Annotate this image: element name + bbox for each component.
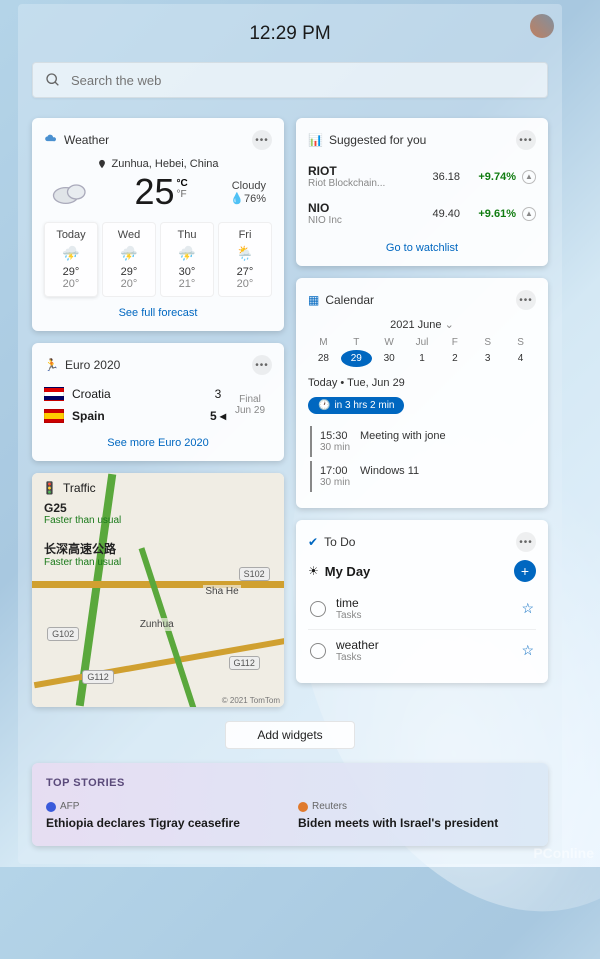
- sun-icon: ☀: [308, 564, 319, 578]
- add-widgets-button[interactable]: Add widgets: [225, 721, 355, 749]
- source-icon: [46, 802, 56, 812]
- euro-card[interactable]: 🏃 Euro 2020 ••• Croatia 3 Spain: [32, 343, 284, 461]
- traffic-info: G25 Faster than usual 长深高速公路 Faster than…: [44, 501, 121, 568]
- forecast-link[interactable]: See full forecast: [44, 307, 272, 319]
- weather-title: Weather: [64, 133, 246, 147]
- calendar-event[interactable]: 17:0030 min Windows 11: [310, 461, 536, 492]
- unit-c[interactable]: °C: [177, 178, 188, 189]
- calendar-grid: MTWJulFSS 2829301234: [308, 337, 536, 367]
- add-task-button[interactable]: +: [514, 560, 536, 582]
- task-radio[interactable]: [310, 601, 326, 617]
- news-card[interactable]: TOP STORIES AFP Ethiopia declares Tigray…: [32, 763, 548, 846]
- todo-title: To Do: [324, 535, 510, 549]
- widgets-panel: 12:29 PM Weather ••• Zunhua, Hebei, Chin…: [18, 4, 562, 864]
- traffic-icon: 🚦: [42, 481, 57, 495]
- forecast-day[interactable]: Fri🌦️27°20°: [218, 222, 272, 297]
- weather-icon: [44, 133, 58, 147]
- flag-spain: [44, 409, 64, 423]
- match-status: FinalJun 29: [228, 394, 272, 416]
- euro-link[interactable]: See more Euro 2020: [44, 437, 272, 449]
- search-icon: [45, 72, 61, 88]
- source-icon: [298, 802, 308, 812]
- news-heading: TOP STORIES: [46, 777, 534, 789]
- task-row[interactable]: weatherTasks ☆: [308, 630, 536, 671]
- task-radio[interactable]: [310, 643, 326, 659]
- up-arrow-icon: ▲: [522, 207, 536, 221]
- clock-icon: 🕐: [318, 400, 330, 411]
- star-icon[interactable]: ☆: [521, 642, 534, 659]
- stocks-title: Suggested for you: [329, 133, 510, 147]
- clock: 12:29 PM: [249, 23, 330, 45]
- calendar-card[interactable]: ▦ Calendar ••• 2021 June ⌄ MTWJulFSS 282…: [296, 278, 548, 508]
- unit-f[interactable]: °F: [177, 189, 188, 200]
- search-input[interactable]: [71, 73, 535, 88]
- stock-row[interactable]: NIONIO Inc 49.40 +9.61% ▲: [308, 195, 536, 232]
- weather-card[interactable]: Weather ••• Zunhua, Hebei, China 25 °C °…: [32, 118, 284, 331]
- match-row: Spain 5 ◂: [44, 405, 228, 427]
- stocks-card[interactable]: 📊 Suggested for you ••• RIOTRiot Blockch…: [296, 118, 548, 266]
- more-button[interactable]: •••: [516, 290, 536, 310]
- watermark: PConline: [533, 845, 594, 861]
- check-icon: ✔: [308, 535, 318, 549]
- flag-croatia: [44, 387, 64, 401]
- stocks-icon: 📊: [308, 133, 323, 147]
- more-button[interactable]: •••: [252, 130, 272, 150]
- more-button[interactable]: •••: [516, 532, 536, 552]
- forecast-day[interactable]: Wed⛈️29°20°: [102, 222, 156, 297]
- temperature: 25: [134, 174, 174, 210]
- weather-location: Zunhua, Hebei, China: [44, 158, 272, 170]
- traffic-title: Traffic: [63, 481, 96, 495]
- news-item[interactable]: AFP Ethiopia declares Tigray ceasefire: [46, 801, 282, 832]
- news-item[interactable]: Reuters Biden meets with Israel's presid…: [298, 801, 534, 832]
- more-button[interactable]: •••: [252, 355, 272, 375]
- calendar-icon: ▦: [308, 293, 319, 307]
- pin-icon: [97, 159, 107, 169]
- task-row[interactable]: timeTasks ☆: [308, 588, 536, 630]
- cloud-icon: [50, 178, 92, 206]
- calendar-title: Calendar: [325, 293, 510, 307]
- search-bar[interactable]: [32, 62, 548, 98]
- avatar[interactable]: [530, 14, 554, 38]
- list-name: My Day: [325, 564, 508, 579]
- sport-icon: 🏃: [44, 358, 59, 372]
- stock-row[interactable]: RIOTRiot Blockchain... 36.18 +9.74% ▲: [308, 158, 536, 195]
- forecast-day[interactable]: Today⛈️29°20°: [44, 222, 98, 297]
- calendar-today[interactable]: 29: [341, 350, 372, 367]
- euro-title: Euro 2020: [65, 358, 246, 372]
- calendar-badge: 🕐in 3 hrs 2 min: [308, 397, 404, 414]
- more-button[interactable]: •••: [516, 130, 536, 150]
- traffic-card[interactable]: Zunhua Sha He G102 S102 G112 G112 © 2021…: [32, 473, 284, 707]
- forecast-row: Today⛈️29°20° Wed⛈️29°20° Thu⛈️30°21° Fr…: [44, 222, 272, 297]
- chevron-down-icon: ⌄: [445, 319, 454, 331]
- star-icon[interactable]: ☆: [521, 600, 534, 617]
- todo-card[interactable]: ✔ To Do ••• ☀ My Day + timeTasks ☆ weath…: [296, 520, 548, 683]
- weather-condition: Cloudy 💧76%: [230, 180, 266, 205]
- forecast-day[interactable]: Thu⛈️30°21°: [160, 222, 214, 297]
- header: 12:29 PM: [32, 14, 548, 54]
- match-row: Croatia 3: [44, 383, 228, 405]
- watchlist-link[interactable]: Go to watchlist: [308, 242, 536, 254]
- calendar-event[interactable]: 15:3030 min Meeting with jone: [310, 426, 536, 457]
- up-arrow-icon: ▲: [522, 170, 536, 184]
- calendar-month[interactable]: 2021 June ⌄: [308, 318, 536, 331]
- calendar-today-label: Today • Tue, Jun 29: [308, 377, 536, 389]
